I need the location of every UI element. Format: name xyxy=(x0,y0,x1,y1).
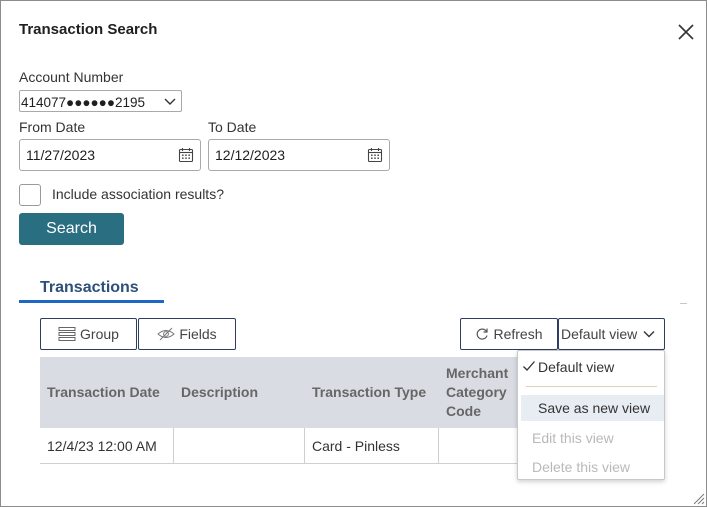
column-header-transaction-type[interactable]: Transaction Type xyxy=(305,357,438,428)
cell-transaction-type: Card - Pinless xyxy=(312,438,400,454)
menu-item-default-view[interactable]: Default view xyxy=(538,359,614,375)
view-select[interactable]: Default view xyxy=(558,318,665,350)
account-number-label: Account Number xyxy=(19,69,124,85)
menu-separator xyxy=(526,386,657,387)
search-button[interactable]: Search xyxy=(19,213,124,245)
chevron-down-icon xyxy=(164,98,176,105)
menu-item-edit-this-view: Edit this view xyxy=(532,430,614,446)
account-number-value: 414077●●●●●●2195 xyxy=(21,94,146,110)
refresh-button[interactable]: Refresh xyxy=(460,318,558,350)
group-button[interactable]: Group xyxy=(40,318,137,350)
view-dropdown-menu: Default view Save as new view Edit this … xyxy=(517,350,665,480)
table-row[interactable]: 12/4/23 12:00 AM Card - Pinless xyxy=(40,428,524,464)
column-header-transaction-date[interactable]: Transaction Date xyxy=(40,357,173,428)
from-date-input[interactable]: 11/27/2023 xyxy=(19,139,201,171)
to-date-input[interactable]: 12/12/2023 xyxy=(208,139,390,171)
fields-button-label: Fields xyxy=(179,326,217,342)
resize-grip-icon[interactable] xyxy=(691,491,705,505)
cell-description xyxy=(174,428,304,464)
chevron-down-icon xyxy=(643,331,655,338)
calendar-icon[interactable] xyxy=(178,147,194,163)
to-date-value: 12/12/2023 xyxy=(215,147,286,163)
refresh-icon xyxy=(477,328,489,340)
menu-item-save-as-new-view[interactable]: Save as new view xyxy=(521,395,664,421)
active-tab-underline xyxy=(19,300,164,303)
checkmark-icon xyxy=(523,361,535,371)
from-date-value: 11/27/2023 xyxy=(26,147,96,163)
table-header: Transaction Date Description Transaction… xyxy=(40,357,524,428)
tab-transactions[interactable]: Transactions xyxy=(40,279,139,297)
menu-item-delete-this-view: Delete this view xyxy=(532,459,631,475)
cell-merchant-category-code xyxy=(439,428,524,464)
include-association-checkbox[interactable] xyxy=(19,184,41,206)
refresh-button-label: Refresh xyxy=(493,326,543,342)
column-divider xyxy=(173,428,174,464)
account-number-select[interactable]: 414077●●●●●●2195 xyxy=(19,90,182,112)
from-date-label: From Date xyxy=(19,119,86,135)
column-header-merchant-category-code[interactable]: Merchant Category Code xyxy=(439,357,524,428)
fields-button[interactable]: Fields xyxy=(138,318,236,350)
group-icon xyxy=(58,327,76,341)
column-header-description[interactable]: Description xyxy=(174,357,304,428)
close-button[interactable] xyxy=(675,21,697,43)
include-association-label: Include association results? xyxy=(52,186,224,202)
column-divider xyxy=(304,428,305,464)
to-date-label: To Date xyxy=(208,119,257,135)
cell-transaction-date: 12/4/23 12:00 AM xyxy=(47,438,157,454)
calendar-icon[interactable] xyxy=(367,147,383,163)
view-select-value: Default view xyxy=(561,326,638,342)
close-icon xyxy=(678,24,694,40)
eye-slash-icon xyxy=(157,327,176,341)
tab-bar-divider xyxy=(680,303,687,304)
column-divider xyxy=(438,428,439,464)
menu-item-label: Save as new view xyxy=(538,400,651,416)
transaction-search-dialog: Transaction Search Account Number 414077… xyxy=(0,0,707,507)
dialog-title: Transaction Search xyxy=(19,21,158,38)
group-button-label: Group xyxy=(80,326,119,342)
